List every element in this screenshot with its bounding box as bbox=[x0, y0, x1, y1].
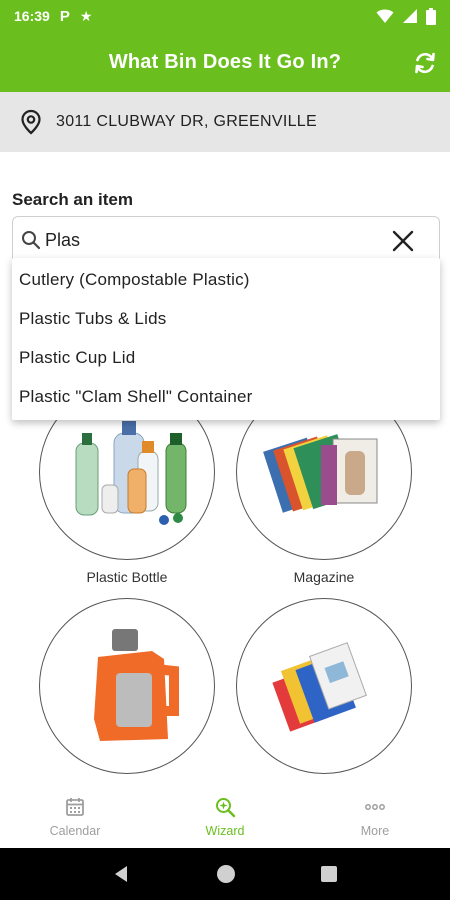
suggestion-item[interactable]: Plastic Tubs & Lids bbox=[12, 299, 440, 338]
search-input[interactable] bbox=[45, 229, 375, 251]
nav-label: Wizard bbox=[205, 824, 245, 838]
wifi-icon bbox=[376, 9, 394, 23]
status-bar: 16:39 P ★ bbox=[0, 0, 450, 32]
nav-more[interactable]: More bbox=[300, 786, 450, 848]
home-icon[interactable] bbox=[215, 863, 237, 885]
page-title: What Bin Does It Go In? bbox=[108, 50, 342, 73]
parking-notification-icon: P bbox=[59, 7, 70, 25]
item-label: Plastic Bottle bbox=[86, 569, 168, 585]
battery-icon bbox=[426, 7, 436, 25]
suggestion-item[interactable]: Plastic Cup Lid bbox=[12, 338, 440, 377]
app-bar: What Bin Does It Go In? bbox=[0, 32, 450, 92]
recents-icon[interactable] bbox=[320, 865, 338, 883]
back-icon[interactable] bbox=[112, 864, 132, 884]
suggestion-dropdown: Cutlery (Compostable Plastic) Plastic Tu… bbox=[12, 258, 440, 420]
item-circle bbox=[39, 598, 215, 774]
item-paper-packaging[interactable] bbox=[236, 598, 412, 778]
location-pin-icon bbox=[21, 109, 41, 135]
paper-packaging-image bbox=[272, 642, 367, 732]
search-label: Search an item bbox=[12, 190, 133, 209]
more-dots-icon bbox=[365, 804, 385, 810]
item-label: Magazine bbox=[293, 569, 355, 585]
suggestion-item[interactable]: Cutlery (Compostable Plastic) bbox=[12, 260, 440, 299]
signal-icon bbox=[403, 9, 417, 23]
suggestion-item[interactable]: Plastic "Clam Shell" Container bbox=[12, 377, 440, 416]
bottom-navigation: Calendar Wizard More bbox=[0, 786, 450, 848]
search-box[interactable] bbox=[12, 216, 440, 264]
address-text: 3011 CLUBWAY DR, GREENVILLE bbox=[56, 113, 317, 130]
nav-calendar[interactable]: Calendar bbox=[0, 786, 150, 848]
star-notification-icon: ★ bbox=[79, 7, 93, 24]
search-icon bbox=[22, 231, 41, 250]
calendar-icon bbox=[66, 798, 84, 816]
wizard-search-icon bbox=[216, 798, 236, 818]
status-time: 16:39 bbox=[14, 8, 50, 24]
close-icon[interactable] bbox=[391, 229, 415, 253]
detergent-jug-image bbox=[94, 629, 179, 741]
address-bar[interactable]: 3011 CLUBWAY DR, GREENVILLE bbox=[0, 92, 450, 152]
nav-wizard[interactable]: Wizard bbox=[150, 786, 300, 848]
nav-label: More bbox=[360, 824, 390, 838]
item-circle bbox=[236, 598, 412, 774]
nav-label: Calendar bbox=[49, 824, 101, 838]
item-detergent-jug[interactable] bbox=[39, 598, 215, 778]
refresh-icon[interactable] bbox=[412, 50, 438, 76]
system-navigation-bar bbox=[0, 848, 450, 900]
